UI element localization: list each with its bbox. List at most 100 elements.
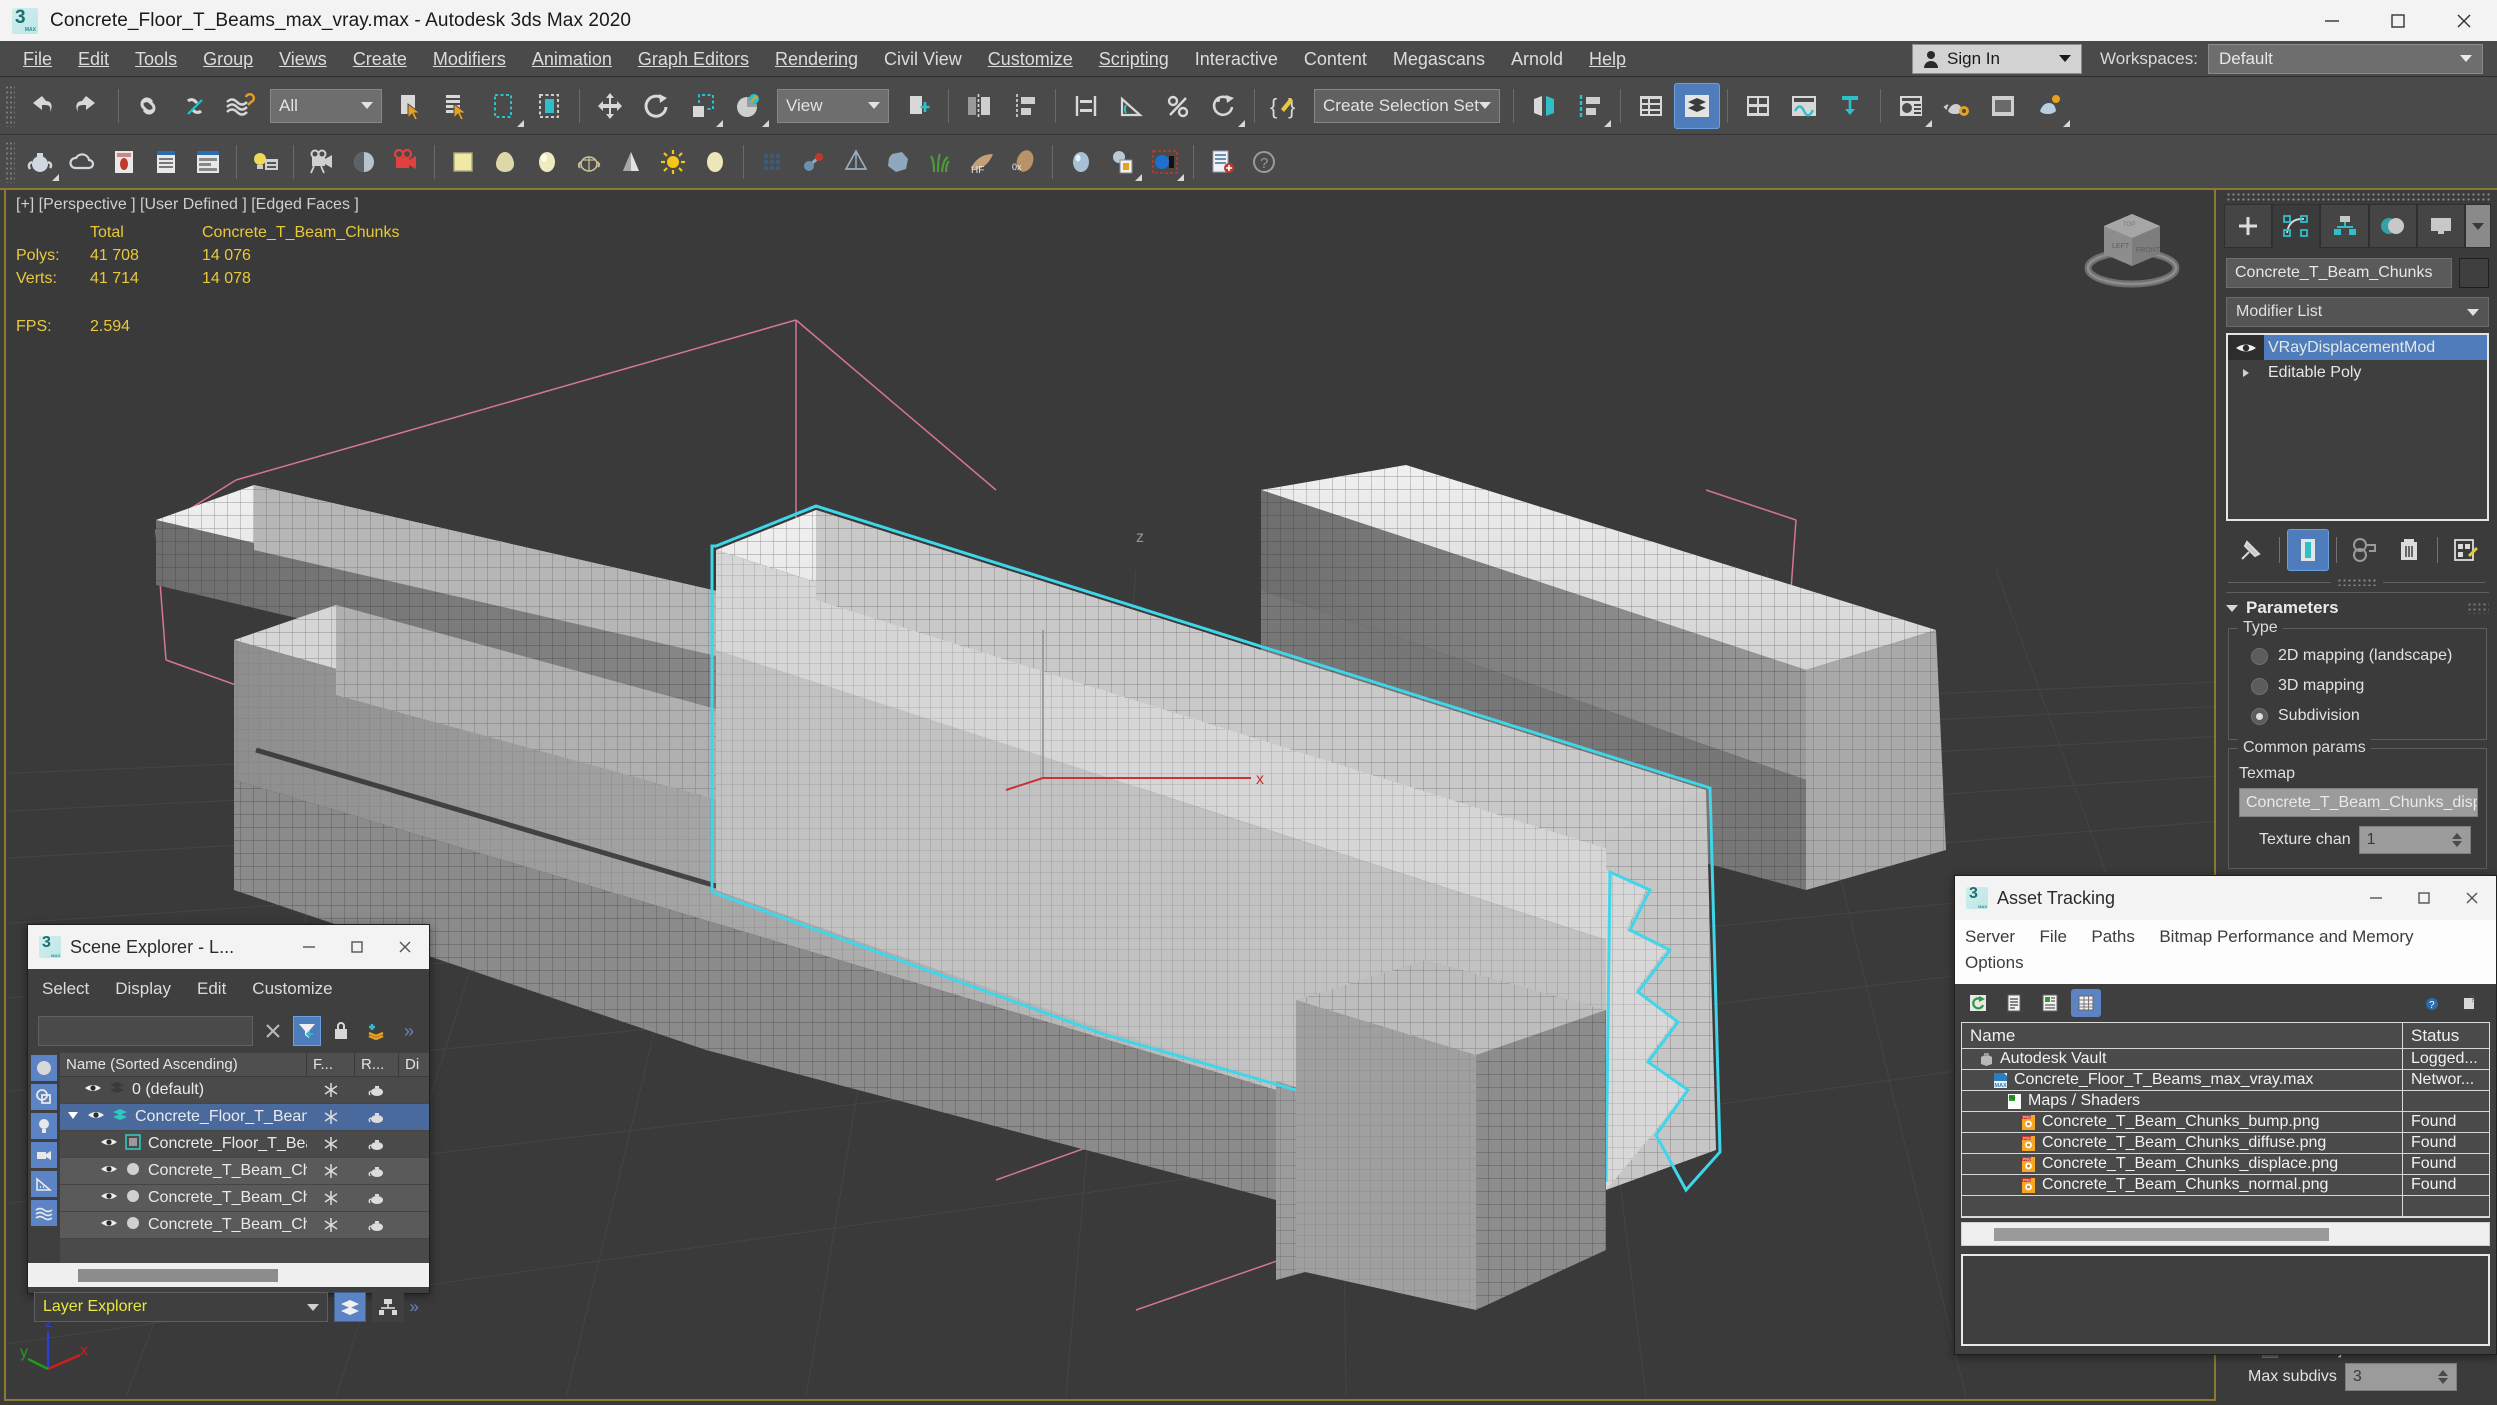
table-row[interactable]: MAX Concrete_Floor_T_Beams_max_vray.max … xyxy=(1962,1070,2489,1091)
freeze-icon[interactable] xyxy=(307,1163,355,1179)
command-panel-overflow-icon[interactable] xyxy=(2465,204,2492,248)
table-row[interactable]: Concrete_T_Beam_Chunks xyxy=(60,1212,429,1239)
fur-icon[interactable]: HF xyxy=(961,141,1003,183)
schematic-view-icon[interactable] xyxy=(1827,83,1873,129)
motion-tab-icon[interactable] xyxy=(2368,204,2417,248)
renderable-icon[interactable] xyxy=(355,1219,399,1232)
select-by-name-icon[interactable] xyxy=(434,83,480,129)
radio-3d-mapping[interactable]: 3D mapping xyxy=(2237,671,2478,701)
molecule-icon[interactable] xyxy=(793,141,835,183)
menu-group[interactable]: Group xyxy=(190,41,266,77)
render-camera-icon[interactable] xyxy=(385,141,427,183)
shapes-filter-icon[interactable] xyxy=(30,1083,58,1111)
spinner-arrows-icon[interactable] xyxy=(2437,1369,2449,1385)
scene-explorer-window[interactable]: Scene Explorer - L... Select Display Edi… xyxy=(27,924,430,1322)
command-panel-grip[interactable] xyxy=(2226,192,2491,201)
rock-icon[interactable] xyxy=(877,141,919,183)
menu-scripting[interactable]: Scripting xyxy=(1086,41,1182,77)
modifier-list-select[interactable]: Modifier List xyxy=(2226,297,2489,327)
render-preview-icon[interactable] xyxy=(103,141,145,183)
select-and-rotate-icon[interactable] xyxy=(633,83,679,129)
select-link-icon[interactable] xyxy=(126,83,172,129)
grass-icon[interactable] xyxy=(919,141,961,183)
se-menu-customize[interactable]: Customize xyxy=(252,979,332,999)
menu-tools[interactable]: Tools xyxy=(122,41,190,77)
menu-customize[interactable]: Customize xyxy=(975,41,1086,77)
make-unique-icon[interactable] xyxy=(2344,529,2386,571)
menu-edit[interactable]: Edit xyxy=(65,41,122,77)
menu-help[interactable]: Help xyxy=(1576,41,1639,77)
unlink-icon[interactable] xyxy=(172,83,218,129)
eye-icon[interactable] xyxy=(87,1108,105,1126)
named-selection-set-input[interactable]: Create Selection Set xyxy=(1314,88,1500,123)
renderable-icon[interactable] xyxy=(355,1165,399,1178)
curve-editor-icon[interactable] xyxy=(1781,83,1827,129)
asset-tracking-list[interactable]: Name Status Autodesk Vault Logged... MAX xyxy=(1961,1022,2490,1218)
material-teapot-icon[interactable] xyxy=(568,141,610,183)
list-panel-icon[interactable] xyxy=(145,141,187,183)
texture-chan-spinner[interactable]: 1 xyxy=(2358,826,2471,854)
explorer-mode-select[interactable]: Layer Explorer xyxy=(34,1292,328,1322)
ox-icon[interactable]: 0x xyxy=(1003,141,1045,183)
menu-graph-editors[interactable]: Graph Editors xyxy=(625,41,762,77)
table-row-empty[interactable] xyxy=(1962,1196,2489,1217)
maximize-icon[interactable] xyxy=(2365,0,2431,41)
duo-sphere-icon[interactable] xyxy=(1144,141,1186,183)
align-tool-icon[interactable] xyxy=(1567,83,1613,129)
material-sun-icon[interactable] xyxy=(652,141,694,183)
table-row[interactable]: Concrete_T_Beam_Chunks xyxy=(60,1185,429,1212)
rectangular-selection-region-icon[interactable] xyxy=(480,83,526,129)
bind-space-warp-icon[interactable] xyxy=(218,83,264,129)
table-row[interactable]: Maps / Shaders xyxy=(1962,1091,2489,1112)
renderable-icon[interactable] xyxy=(355,1111,399,1124)
column-frozen[interactable]: F... xyxy=(307,1053,355,1076)
property-panel-icon[interactable] xyxy=(187,141,229,183)
menu-content[interactable]: Content xyxy=(1291,41,1380,77)
lock-icon[interactable] xyxy=(327,1016,355,1046)
material-glossy-icon[interactable] xyxy=(526,141,568,183)
table-row[interactable]: PNG Concrete_T_Beam_Chunks_bump.png Foun… xyxy=(1962,1112,2489,1133)
menu-animation[interactable]: Animation xyxy=(519,41,625,77)
radio-2d-mapping-landscape[interactable]: 2D mapping (landscape) xyxy=(2237,641,2478,671)
window-crossing-icon[interactable] xyxy=(526,83,572,129)
maximize-icon[interactable] xyxy=(2400,876,2448,920)
detail-view-icon[interactable] xyxy=(2035,989,2065,1017)
render-setup-icon[interactable] xyxy=(1934,83,1980,129)
use-pivot-center-icon[interactable] xyxy=(895,83,941,129)
material-egg-icon[interactable] xyxy=(484,141,526,183)
horizontal-scrollbar[interactable] xyxy=(28,1263,429,1287)
layer-explorer-icon[interactable] xyxy=(1673,82,1720,129)
freeze-icon[interactable] xyxy=(307,1082,355,1098)
at-menu-paths[interactable]: Paths xyxy=(2091,924,2134,950)
eye-icon[interactable] xyxy=(100,1162,118,1180)
object-name-field[interactable]: Concrete_T_Beam_Chunks xyxy=(2226,258,2452,288)
at-menu-options[interactable]: Options xyxy=(1965,950,2024,976)
scrollbar-thumb[interactable] xyxy=(78,1268,278,1282)
snaps-toggle-icon[interactable] xyxy=(1063,83,1109,129)
column-name[interactable]: Name xyxy=(1962,1023,2403,1048)
pyramid-icon[interactable] xyxy=(835,141,877,183)
menu-file[interactable]: File xyxy=(10,41,65,77)
space-warps-filter-icon[interactable] xyxy=(30,1199,58,1227)
expand-arrow-icon[interactable] xyxy=(2228,367,2264,379)
close-icon[interactable] xyxy=(2448,876,2496,920)
list-view-icon[interactable] xyxy=(1999,989,2029,1017)
scene-explorer-icon[interactable] xyxy=(1628,83,1674,129)
layer-view-icon[interactable] xyxy=(333,1292,366,1322)
angle-snap-icon[interactable] xyxy=(1109,83,1155,129)
freeze-icon[interactable] xyxy=(307,1109,355,1125)
select-and-scale-icon[interactable] xyxy=(679,83,725,129)
render-frame-window-icon[interactable] xyxy=(1980,83,2026,129)
help-icon[interactable]: ? xyxy=(2418,989,2448,1017)
freeze-icon[interactable] xyxy=(307,1136,355,1152)
column-status[interactable]: Status xyxy=(2403,1023,2489,1048)
cameras-filter-icon[interactable] xyxy=(30,1141,58,1169)
menu-civil-view[interactable]: Civil View xyxy=(871,41,975,77)
hierarchy-tab-icon[interactable] xyxy=(2320,204,2369,248)
footer-overflow-icon[interactable]: » xyxy=(410,1297,423,1317)
renderable-icon[interactable] xyxy=(355,1084,399,1097)
material-flat-icon[interactable] xyxy=(442,141,484,183)
create-tab-icon[interactable] xyxy=(2224,204,2273,248)
scene-explorer-table[interactable]: Name (Sorted Ascending) F... R... Di 0 (… xyxy=(60,1053,429,1263)
se-menu-display[interactable]: Display xyxy=(115,979,171,999)
